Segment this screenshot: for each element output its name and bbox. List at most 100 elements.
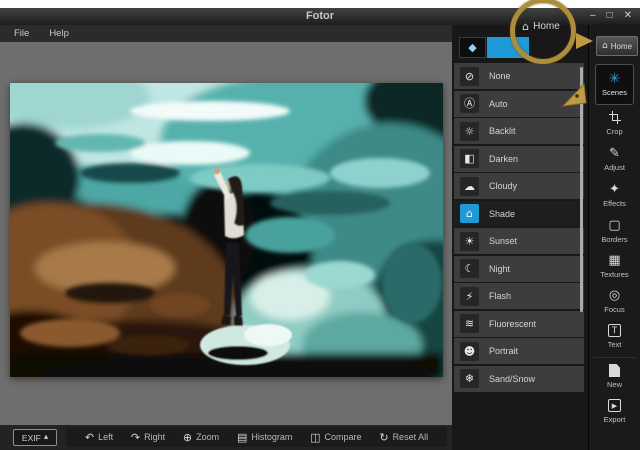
zoom-label: Zoom xyxy=(196,432,219,442)
minimize-button[interactable]: – xyxy=(590,9,596,23)
scene-item-flash[interactable]: ⚡ Flash xyxy=(454,283,584,309)
sidebar-label: Scenes xyxy=(602,88,627,97)
sidebar-item-crop[interactable]: Crop xyxy=(589,112,640,136)
sidebar-divider xyxy=(593,357,637,358)
flash-icon: ⚡ xyxy=(460,287,479,306)
fotor-app-window: Fotor – □ ✕ File Help xyxy=(0,0,640,450)
scene-label: Auto xyxy=(489,99,508,109)
zoom-icon: ⊕ xyxy=(183,432,192,443)
reset-all-icon: ↻ xyxy=(379,432,388,443)
window-controls: – □ ✕ xyxy=(590,9,632,23)
menu-help[interactable]: Help xyxy=(49,28,69,39)
sidebar-label: Borders xyxy=(601,235,627,244)
auto-icon: Ⓐ xyxy=(460,94,479,113)
rotate-right-icon: ↷ xyxy=(131,432,140,443)
scene-label: Shade xyxy=(489,209,515,219)
sidebar-label: Adjust xyxy=(604,163,625,172)
histogram-icon: ▤ xyxy=(237,432,247,443)
compare-icon: ◫ xyxy=(310,432,320,443)
none-icon: ⊘ xyxy=(460,67,479,86)
new-document-icon xyxy=(609,364,620,377)
scene-item-shade[interactable]: ⌂ Shade xyxy=(454,201,584,227)
scene-label: Backlit xyxy=(489,126,516,136)
sidebar-item-scenes[interactable]: ✳ Scenes xyxy=(595,64,634,105)
rotate-right-label: Right xyxy=(144,432,165,442)
scene-item-fluorescent[interactable]: ≋ Fluorescent xyxy=(454,311,584,337)
scene-item-sunset[interactable]: ☀ Sunset xyxy=(454,228,584,254)
scene-item-portrait[interactable]: ☻ Portrait xyxy=(454,338,584,364)
scene-label: Flash xyxy=(489,291,511,301)
histogram-label: Histogram xyxy=(251,432,292,442)
scene-label: Portrait xyxy=(489,346,518,356)
toolbar-button-group: ↶ Left ↷ Right ⊕ Zoom ▤ Histogram ◫ Comp… xyxy=(66,427,447,447)
sidebar-label: New xyxy=(607,380,622,389)
shade-icon: ⌂ xyxy=(460,204,479,223)
sidebar-label: Crop xyxy=(606,127,622,136)
annotation-cursor-icon xyxy=(561,82,587,108)
scene-label: Sand/Snow xyxy=(489,374,535,384)
effects-sparkle-icon: ✦ xyxy=(609,183,620,196)
rotate-right-button[interactable]: ↷ Right xyxy=(131,432,165,443)
sidebar-label: Textures xyxy=(600,270,628,279)
sidebar-item-export[interactable]: ▶ Export xyxy=(589,399,640,424)
sidebar-item-new[interactable]: New xyxy=(589,364,640,389)
night-icon: ☾ xyxy=(460,259,479,278)
sunset-icon: ☀ xyxy=(460,232,479,251)
scene-item-darken[interactable]: ◧ Darken xyxy=(454,146,584,172)
cloudy-icon: ☁ xyxy=(460,177,479,196)
photo-canvas[interactable] xyxy=(10,83,443,377)
reset-all-button[interactable]: ↻ Reset All xyxy=(379,432,428,443)
scenes-icon: ✳ xyxy=(609,72,621,86)
scene-label: Sunset xyxy=(489,236,517,246)
sidebar-item-focus[interactable]: ◎ Focus xyxy=(589,289,640,314)
close-button[interactable]: ✕ xyxy=(624,9,632,23)
exif-label: EXIF xyxy=(22,433,41,443)
compare-label: Compare xyxy=(325,432,362,442)
maximize-button[interactable]: □ xyxy=(607,9,613,23)
sidebar-item-textures[interactable]: ▦ Textures xyxy=(589,254,640,279)
textures-grid-icon: ▦ xyxy=(608,254,620,267)
exif-dropdown[interactable]: EXIF ▴ xyxy=(13,429,57,446)
text-icon: T xyxy=(608,324,621,337)
scene-item-cloudy[interactable]: ☁ Cloudy xyxy=(454,173,584,199)
menu-bar: File Help xyxy=(0,25,452,42)
home-button[interactable]: ⌂ Home xyxy=(596,36,638,56)
exif-arrow-icon: ▴ xyxy=(44,433,48,442)
tools-sidebar: ⌂ Home ✳ Scenes Crop ✎ Adjust ✦ Effects … xyxy=(588,25,640,450)
compare-button[interactable]: ◫ Compare xyxy=(310,432,361,443)
sidebar-item-borders[interactable]: ▢ Borders xyxy=(589,219,640,244)
diamond-icon: ◆ xyxy=(468,42,476,53)
scene-list: ⊘ None Ⓐ Auto ☼ Backlit ◧ Darken ☁ Cloud… xyxy=(454,63,584,392)
adjust-pencil-icon: ✎ xyxy=(609,147,620,160)
menu-file[interactable]: File xyxy=(14,28,29,39)
scene-label: Cloudy xyxy=(489,181,517,191)
annotation-arrow-icon xyxy=(576,33,593,49)
sidebar-label: Effects xyxy=(603,199,626,208)
sidebar-label: Export xyxy=(604,415,626,424)
sidebar-label: Text xyxy=(608,340,622,349)
backlit-icon: ☼ xyxy=(460,122,479,141)
annotation-circle xyxy=(510,0,576,64)
rotate-left-icon: ↶ xyxy=(85,432,94,443)
rotate-left-label: Left xyxy=(98,432,113,442)
sidebar-item-text[interactable]: T Text xyxy=(589,324,640,349)
cave-photo-image xyxy=(10,83,443,377)
histogram-button[interactable]: ▤ Histogram xyxy=(237,432,292,443)
portrait-icon: ☻ xyxy=(460,342,479,361)
scene-item-sandsnow[interactable]: ❄ Sand/Snow xyxy=(454,366,584,392)
scene-item-night[interactable]: ☾ Night xyxy=(454,256,584,282)
scene-label: None xyxy=(489,71,511,81)
premium-scenes-tab[interactable]: ◆ xyxy=(459,37,486,58)
sidebar-item-adjust[interactable]: ✎ Adjust xyxy=(589,147,640,172)
crop-icon xyxy=(609,112,621,124)
zoom-button[interactable]: ⊕ Zoom xyxy=(183,432,219,443)
fluorescent-icon: ≋ xyxy=(460,314,479,333)
rotate-left-button[interactable]: ↶ Left xyxy=(85,432,113,443)
sidebar-item-effects[interactable]: ✦ Effects xyxy=(589,183,640,208)
borders-frame-icon: ▢ xyxy=(608,219,620,232)
focus-target-icon: ◎ xyxy=(609,289,620,302)
sidebar-label: Focus xyxy=(604,305,624,314)
sandsnow-icon: ❄ xyxy=(460,369,479,388)
scene-item-backlit[interactable]: ☼ Backlit xyxy=(454,118,584,144)
home-icon: ⌂ xyxy=(602,42,608,51)
